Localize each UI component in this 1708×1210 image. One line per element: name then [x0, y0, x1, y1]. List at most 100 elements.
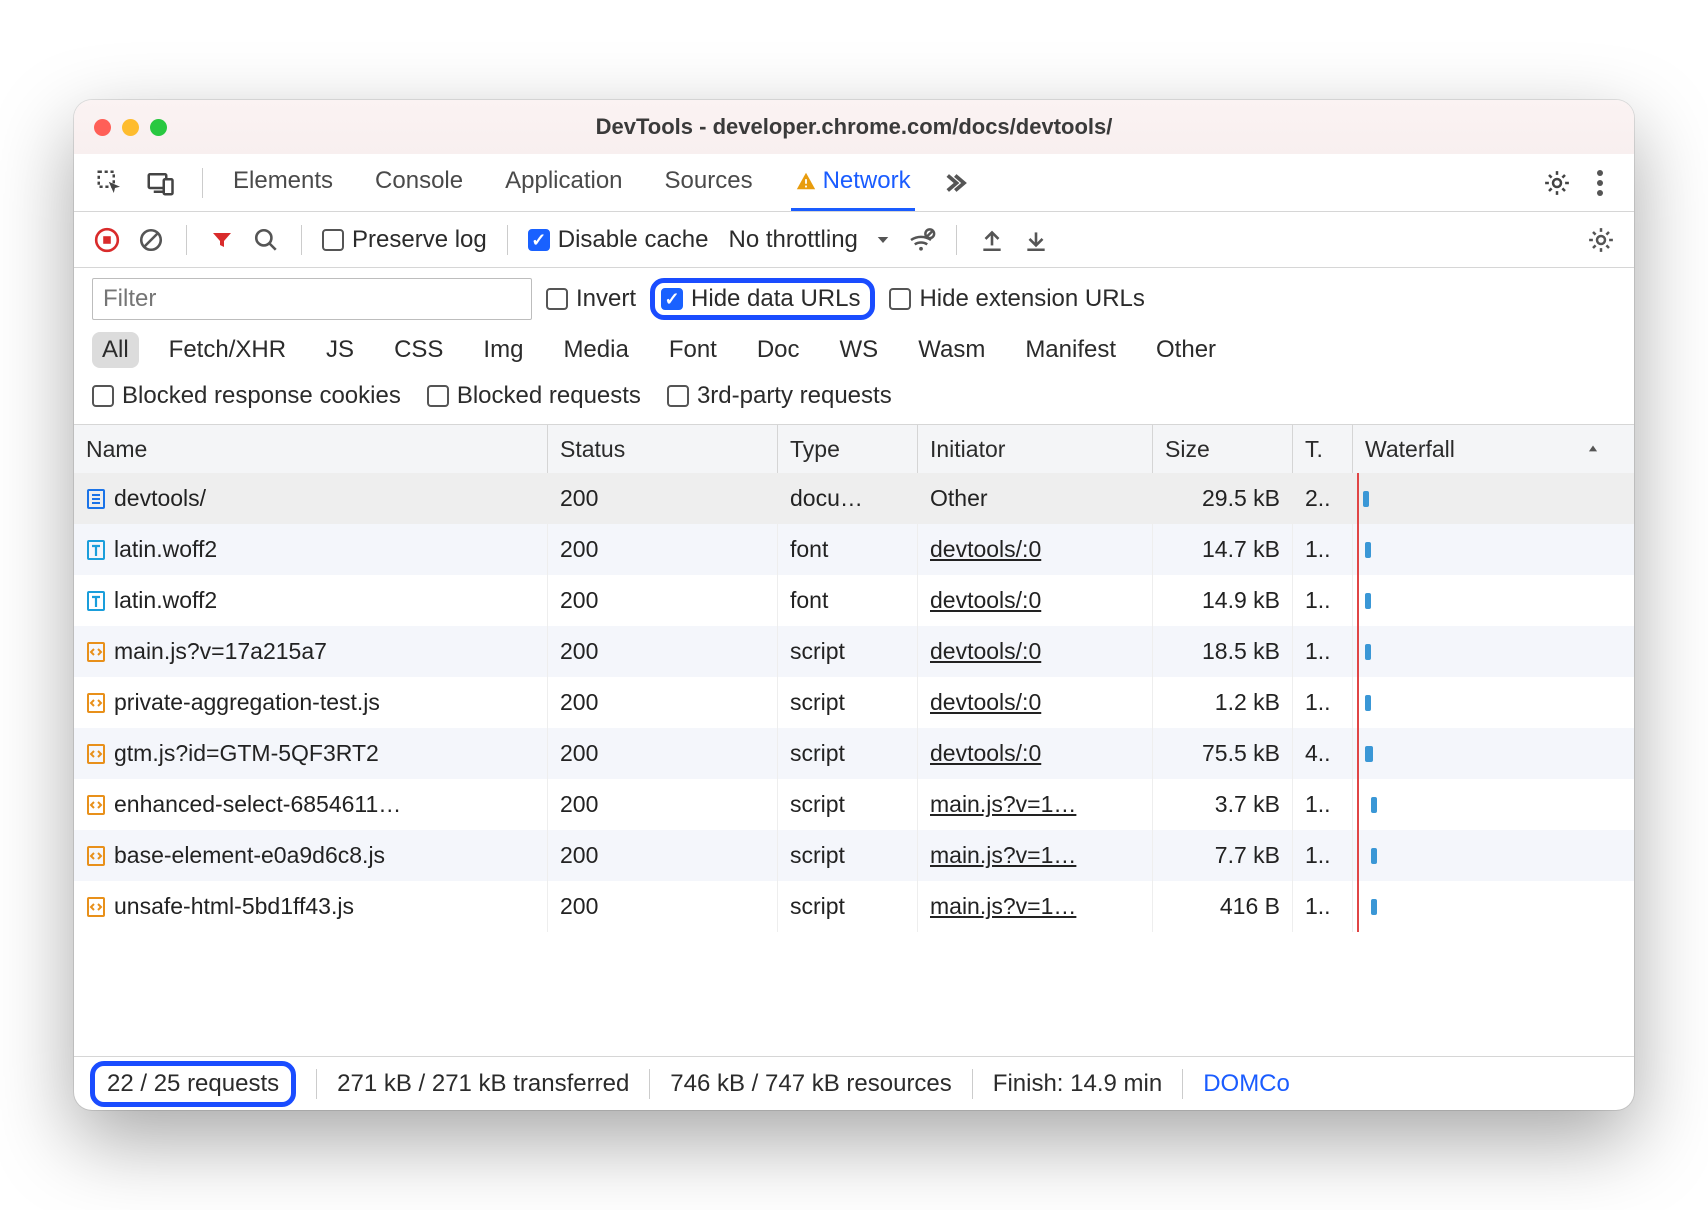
upload-har-icon[interactable]	[977, 225, 1007, 255]
download-har-icon[interactable]	[1021, 225, 1051, 255]
more-tabs-button[interactable]	[939, 168, 969, 198]
disable-cache-label: Disable cache	[558, 226, 709, 254]
close-window-button[interactable]	[94, 119, 111, 136]
clear-button[interactable]	[136, 225, 166, 255]
type-other[interactable]: Other	[1146, 332, 1226, 368]
filter-icon[interactable]	[207, 225, 237, 255]
device-toolbar-icon[interactable]	[144, 167, 176, 199]
domcontent-link[interactable]: DOMCo	[1203, 1070, 1290, 1098]
script-file-icon	[86, 692, 106, 714]
type-fetchxhr[interactable]: Fetch/XHR	[159, 332, 296, 368]
tab-sources[interactable]: Sources	[661, 154, 757, 211]
blocked-requests-checkbox[interactable]: Blocked requests	[427, 382, 641, 410]
initiator-link[interactable]: devtools/:0	[930, 689, 1041, 716]
col-status[interactable]: Status	[548, 425, 778, 473]
table-row[interactable]: devtools/200docu…Other29.5 kB2..	[74, 473, 1634, 524]
caret-down-icon	[874, 231, 892, 249]
devtools-tabstrip: Elements Console Application Sources Network	[74, 154, 1634, 212]
tab-elements[interactable]: Elements	[229, 154, 337, 211]
initiator-link[interactable]: devtools/:0	[930, 638, 1041, 665]
network-table: Name Status Type Initiator Size T. Water…	[74, 425, 1634, 1056]
preserve-log-checkbox[interactable]: Preserve log	[322, 226, 487, 254]
initiator-link[interactable]: main.js?v=1…	[930, 791, 1076, 818]
requests-count: 22 / 25 requests	[90, 1061, 296, 1107]
window-controls	[94, 119, 167, 136]
third-party-checkbox[interactable]: 3rd-party requests	[667, 382, 892, 410]
network-settings-icon[interactable]	[1586, 225, 1616, 255]
type-img[interactable]: Img	[473, 332, 533, 368]
table-row[interactable]: gtm.js?id=GTM-5QF3RT2200scriptdevtools/:…	[74, 728, 1634, 779]
maximize-window-button[interactable]	[150, 119, 167, 136]
blocked-cookies-checkbox[interactable]: Blocked response cookies	[92, 382, 401, 410]
hide-extension-urls-checkbox[interactable]: Hide extension URLs	[889, 285, 1144, 313]
network-toolbar: Preserve log Disable cache No throttling	[74, 212, 1634, 268]
script-file-icon	[86, 896, 106, 918]
col-initiator[interactable]: Initiator	[918, 425, 1153, 473]
type-doc[interactable]: Doc	[747, 332, 810, 368]
blocked-filter-row: Blocked response cookies Blocked request…	[74, 374, 1634, 425]
col-name[interactable]: Name	[74, 425, 548, 473]
minimize-window-button[interactable]	[122, 119, 139, 136]
transferred: 271 kB / 271 kB transferred	[337, 1070, 629, 1098]
script-file-icon	[86, 794, 106, 816]
table-row[interactable]: private-aggregation-test.js200scriptdevt…	[74, 677, 1634, 728]
table-row[interactable]: main.js?v=17a215a7200scriptdevtools/:018…	[74, 626, 1634, 677]
initiator-link[interactable]: devtools/:0	[930, 587, 1041, 614]
col-waterfall[interactable]: Waterfall	[1353, 425, 1612, 473]
table-row[interactable]: enhanced-select-6854611…200scriptmain.js…	[74, 779, 1634, 830]
doc-file-icon	[86, 488, 106, 510]
type-all[interactable]: All	[92, 332, 139, 368]
warning-icon	[795, 170, 817, 192]
throttling-label: No throttling	[728, 226, 857, 254]
preserve-log-label: Preserve log	[352, 226, 487, 254]
kebab-menu-icon[interactable]	[1596, 169, 1604, 197]
inspect-element-icon[interactable]	[94, 167, 126, 199]
record-button[interactable]	[92, 225, 122, 255]
titlebar: DevTools - developer.chrome.com/docs/dev…	[74, 100, 1634, 154]
window-title: DevTools - developer.chrome.com/docs/dev…	[74, 114, 1634, 140]
font-file-icon	[86, 590, 106, 612]
network-conditions-icon[interactable]	[906, 225, 936, 255]
hide-data-urls-highlight: Hide data URLs	[650, 278, 875, 320]
filter-input[interactable]	[92, 278, 532, 320]
status-bar: 22 / 25 requests 271 kB / 271 kB transfe…	[74, 1056, 1634, 1110]
tab-console[interactable]: Console	[371, 154, 467, 211]
initiator-link[interactable]: devtools/:0	[930, 536, 1041, 563]
type-wasm[interactable]: Wasm	[908, 332, 995, 368]
type-media[interactable]: Media	[553, 332, 638, 368]
resource-type-filter: All Fetch/XHR JS CSS Img Media Font Doc WS Wasm Ma…	[74, 320, 1634, 374]
initiator-link[interactable]: main.js?v=1…	[930, 893, 1076, 920]
font-file-icon	[86, 539, 106, 561]
type-font[interactable]: Font	[659, 332, 727, 368]
table-row[interactable]: base-element-e0a9d6c8.js200scriptmain.js…	[74, 830, 1634, 881]
resources: 746 kB / 747 kB resources	[670, 1070, 951, 1098]
col-type[interactable]: Type	[778, 425, 918, 473]
type-css[interactable]: CSS	[384, 332, 453, 368]
settings-icon[interactable]	[1542, 168, 1572, 198]
initiator-link[interactable]: devtools/:0	[930, 740, 1041, 767]
script-file-icon	[86, 641, 106, 663]
tab-network[interactable]: Network	[791, 154, 915, 211]
script-file-icon	[86, 845, 106, 867]
tab-application[interactable]: Application	[501, 154, 626, 211]
type-js[interactable]: JS	[316, 332, 364, 368]
throttling-select[interactable]: No throttling	[728, 226, 891, 254]
divider	[202, 168, 203, 198]
disable-cache-checkbox[interactable]: Disable cache	[528, 226, 709, 254]
initiator-link[interactable]: main.js?v=1…	[930, 842, 1076, 869]
script-file-icon	[86, 743, 106, 765]
type-manifest[interactable]: Manifest	[1015, 332, 1126, 368]
table-row[interactable]: unsafe-html-5bd1ff43.js200scriptmain.js?…	[74, 881, 1634, 932]
table-header: Name Status Type Initiator Size T. Water…	[74, 425, 1634, 473]
network-filter-row: Invert Hide data URLs Hide extension URL…	[74, 268, 1634, 320]
hide-data-urls-checkbox[interactable]: Hide data URLs	[661, 285, 860, 313]
type-ws[interactable]: WS	[830, 332, 889, 368]
col-time[interactable]: T.	[1293, 425, 1353, 473]
search-icon[interactable]	[251, 225, 281, 255]
table-row[interactable]: latin.woff2200fontdevtools/:014.9 kB1..	[74, 575, 1634, 626]
invert-checkbox[interactable]: Invert	[546, 285, 636, 313]
sort-asc-icon	[1586, 442, 1600, 456]
devtools-window: DevTools - developer.chrome.com/docs/dev…	[74, 100, 1634, 1110]
col-size[interactable]: Size	[1153, 425, 1293, 473]
table-row[interactable]: latin.woff2200fontdevtools/:014.7 kB1..	[74, 524, 1634, 575]
